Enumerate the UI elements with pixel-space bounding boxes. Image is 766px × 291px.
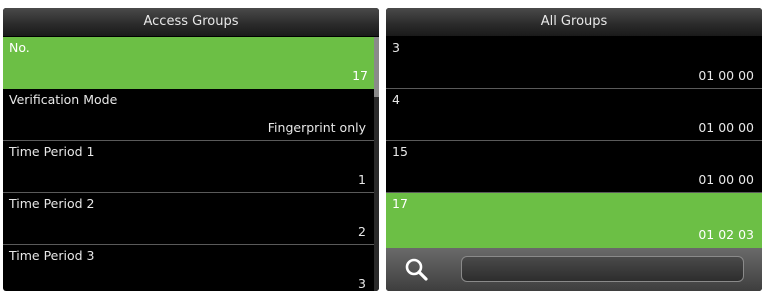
menu-item-time-period-3[interactable]: Time Period 3 3 bbox=[3, 245, 374, 291]
menu-item-time-period-2[interactable]: Time Period 2 2 bbox=[3, 193, 374, 245]
menu-item-label: Time Period 1 bbox=[9, 144, 95, 159]
menu-item-verification-mode[interactable]: Verification Mode Fingerprint only bbox=[3, 89, 374, 141]
group-list-item[interactable]: 15 01 00 00 bbox=[386, 141, 762, 193]
group-number: 15 bbox=[392, 144, 408, 159]
group-time-periods: 01 00 00 bbox=[698, 120, 754, 135]
group-time-periods: 01 00 00 bbox=[698, 68, 754, 83]
menu-item-label: No. bbox=[9, 40, 30, 55]
screen-title: Access Groups bbox=[3, 8, 379, 37]
search-bar bbox=[386, 248, 762, 291]
scrollbar-thumb[interactable] bbox=[374, 37, 379, 97]
menu-item-label: Time Period 3 bbox=[9, 248, 95, 263]
search-input[interactable] bbox=[461, 256, 744, 282]
group-number: 17 bbox=[392, 196, 408, 211]
search-icon[interactable] bbox=[403, 256, 429, 282]
group-number: 3 bbox=[392, 40, 400, 55]
screen-title: All Groups bbox=[386, 8, 762, 37]
group-list-item[interactable]: 3 01 00 00 bbox=[386, 37, 762, 89]
all-groups-screen: All Groups 3 01 00 00 4 01 00 00 15 01 0… bbox=[386, 8, 762, 291]
group-time-periods: 01 00 00 bbox=[698, 172, 754, 187]
group-number: 4 bbox=[392, 92, 400, 107]
menu-item-label: Verification Mode bbox=[9, 92, 118, 107]
menu-item-value: 17 bbox=[352, 68, 368, 83]
menu-item-no[interactable]: No. 17 bbox=[3, 37, 376, 89]
scrollbar[interactable] bbox=[374, 37, 379, 291]
menu-item-value: 2 bbox=[358, 224, 366, 239]
menu-item-label: Time Period 2 bbox=[9, 196, 95, 211]
menu-item-time-period-1[interactable]: Time Period 1 1 bbox=[3, 141, 374, 193]
menu-item-value: 1 bbox=[358, 172, 366, 187]
group-list-item-selected[interactable]: 17 01 02 03 bbox=[386, 193, 762, 248]
group-time-periods: 01 02 03 bbox=[698, 227, 754, 242]
group-list-item[interactable]: 4 01 00 00 bbox=[386, 89, 762, 141]
access-groups-screen: Access Groups No. 17 Verification Mode F… bbox=[3, 8, 379, 291]
menu-item-value: Fingerprint only bbox=[267, 120, 366, 135]
menu-item-value: 3 bbox=[358, 276, 366, 291]
